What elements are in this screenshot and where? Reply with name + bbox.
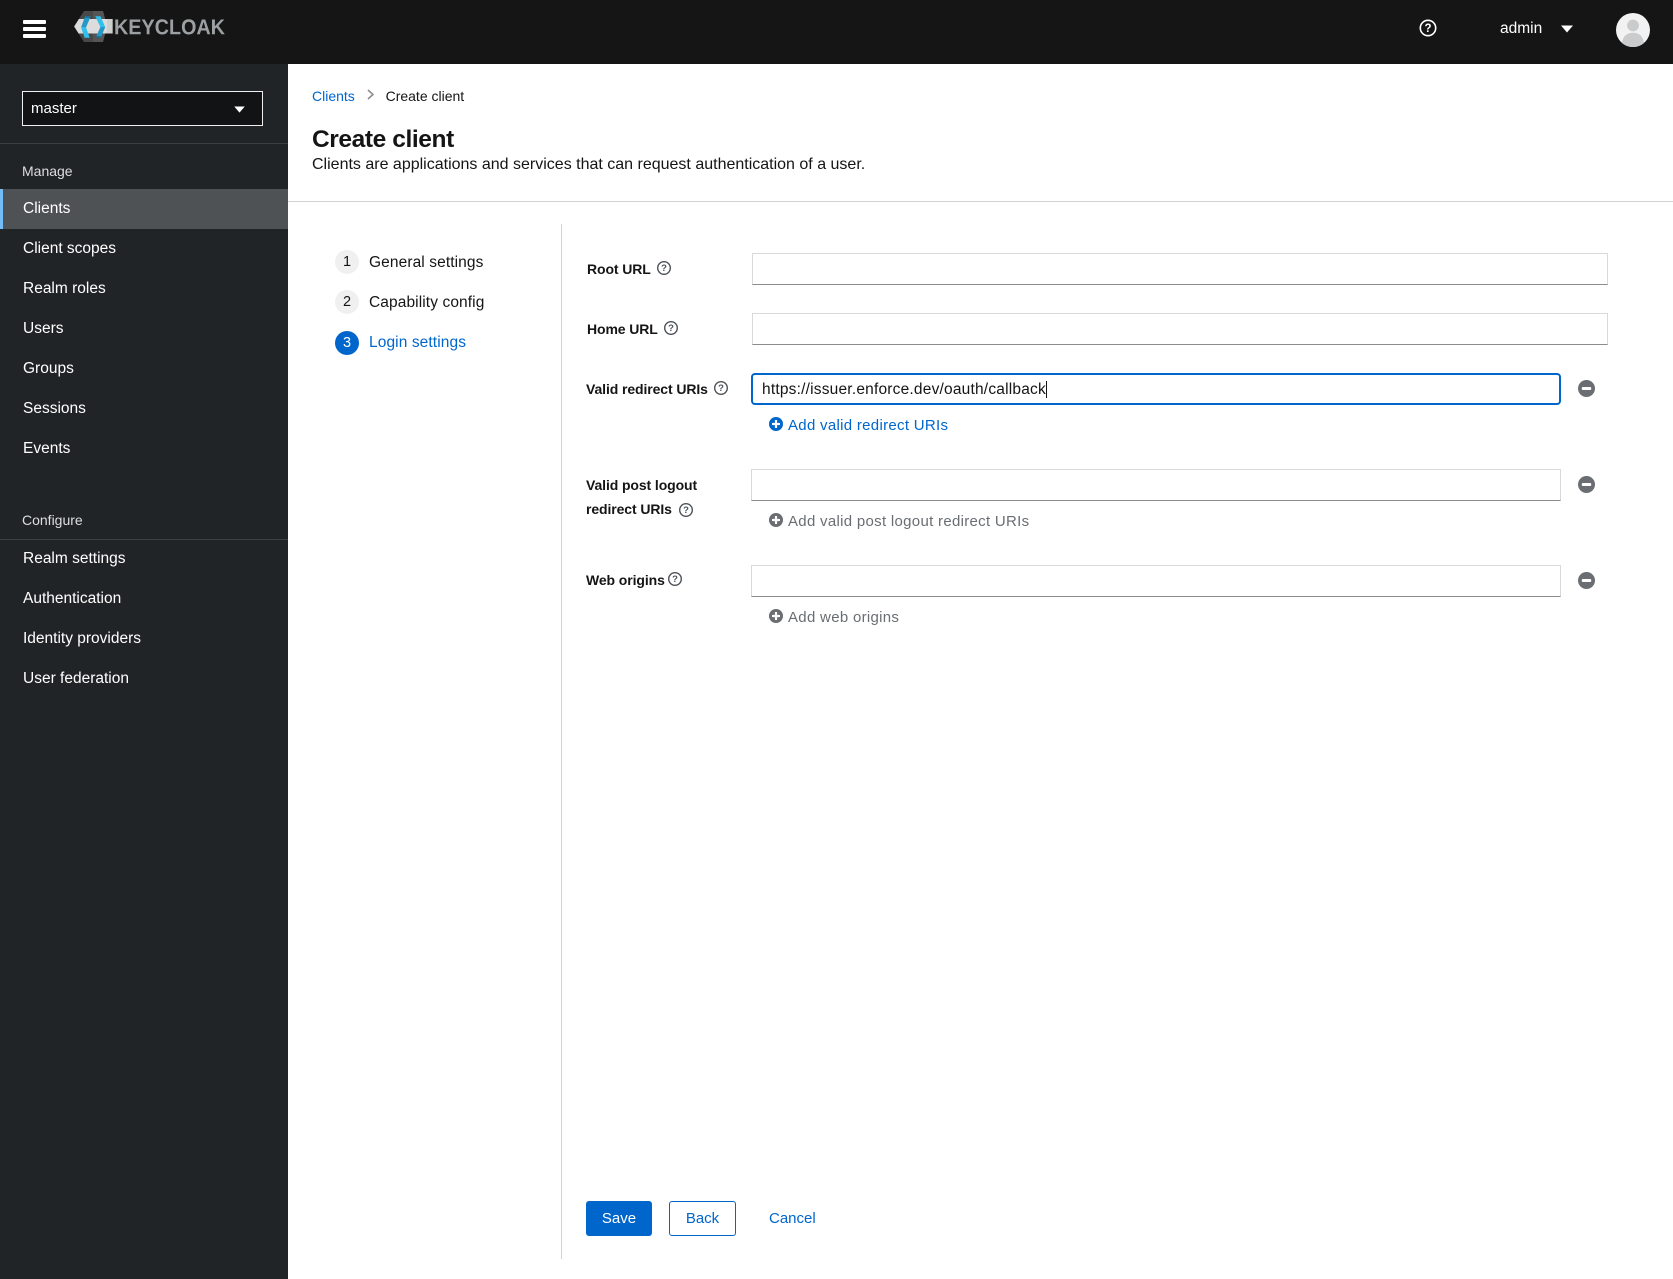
svg-text:?: ?: [718, 383, 724, 394]
svg-text:?: ?: [1424, 23, 1431, 35]
svg-text:?: ?: [668, 323, 674, 334]
svg-text:?: ?: [683, 505, 689, 516]
svg-text:?: ?: [672, 574, 678, 585]
svg-text:?: ?: [661, 263, 667, 274]
